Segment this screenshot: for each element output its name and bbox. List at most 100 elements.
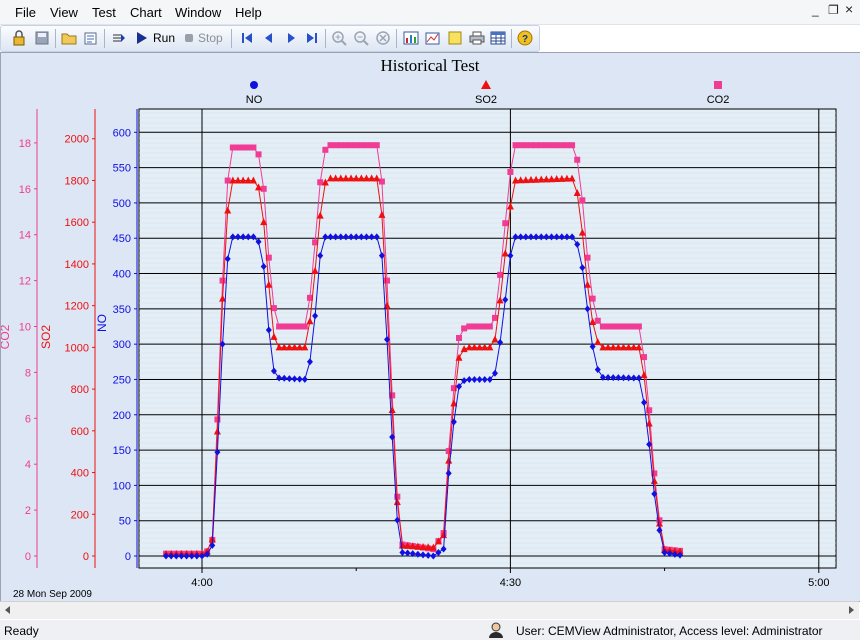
- status-ready: Ready: [4, 624, 39, 638]
- data-point-co2: [270, 305, 277, 312]
- close-button[interactable]: ×: [845, 1, 853, 17]
- data-point-co2: [240, 144, 247, 151]
- data-point-co2: [517, 142, 524, 149]
- historical-chart[interactable]: Historical Test4:00 4:30 5:000501001502002…: [0, 53, 860, 601]
- data-point-co2: [558, 142, 565, 149]
- y-axis-title-co2: CO2: [1, 324, 12, 349]
- y-tick-label: 1000: [65, 342, 89, 354]
- horizontal-scrollbar[interactable]: [0, 601, 859, 619]
- run-button[interactable]: Run: [153, 31, 175, 45]
- restore-button[interactable]: ❐: [828, 3, 839, 17]
- data-point-co2: [507, 168, 514, 175]
- data-point-co2: [348, 142, 355, 149]
- y-tick-label: 450: [113, 233, 131, 245]
- y-tick-label: 800: [71, 384, 89, 396]
- y-tick-label: 2: [25, 505, 31, 517]
- stop-icon[interactable]: [185, 34, 193, 42]
- properties-icon[interactable]: [83, 30, 99, 46]
- minimize-button[interactable]: _: [812, 3, 819, 17]
- y-tick-label: 0: [125, 551, 131, 563]
- data-point-co2: [522, 142, 529, 149]
- y-tick-label: 1200: [65, 301, 89, 313]
- data-point-co2: [317, 179, 324, 186]
- y-tick-label: 14: [19, 230, 31, 242]
- data-point-co2: [605, 323, 612, 330]
- chart-title: Historical Test: [380, 56, 479, 75]
- date-label: 28 Mon Sep 2009: [13, 589, 92, 600]
- data-point-co2: [456, 334, 462, 341]
- data-point-co2: [353, 142, 360, 149]
- data-point-co2: [301, 323, 308, 330]
- y-tick-label: 0: [25, 551, 31, 563]
- menu-file[interactable]: File: [15, 5, 36, 20]
- data-point-co2: [234, 144, 241, 151]
- data-point-co2: [543, 142, 550, 149]
- data-point-co2: [563, 142, 570, 149]
- data-point-co2: [255, 151, 262, 158]
- y-tick-label: 550: [113, 163, 131, 175]
- status-bar: Ready User: CEMView Administrator, Acces…: [0, 620, 860, 640]
- data-point-co2: [569, 142, 576, 149]
- stop-button[interactable]: Stop: [198, 31, 223, 45]
- data-point-co2: [579, 197, 586, 204]
- data-point-co2: [589, 295, 596, 302]
- menu-window[interactable]: Window: [175, 5, 221, 20]
- data-point-co2: [471, 323, 478, 330]
- data-point-co2: [322, 146, 329, 153]
- data-point-co2: [630, 323, 637, 330]
- data-point-co2: [538, 142, 545, 149]
- y-tick-label: 500: [113, 198, 131, 210]
- menu-view[interactable]: View: [50, 5, 78, 20]
- chart-settings-icon[interactable]: [403, 30, 419, 46]
- data-point-co2: [599, 323, 606, 330]
- data-point-co2: [625, 323, 632, 330]
- chart-edit-icon[interactable]: [425, 30, 441, 46]
- next-icon[interactable]: [283, 30, 299, 46]
- chart-panel: Historical Test 4:00 4:30 5:00 0 50 100 150 200 2…: [0, 52, 860, 602]
- y-tick-label: 10: [19, 322, 31, 334]
- table-icon[interactable]: [490, 30, 506, 46]
- previous-icon[interactable]: [261, 30, 277, 46]
- data-point-co2: [327, 142, 334, 149]
- data-point-co2: [250, 144, 257, 151]
- y-axis-title-no: NO: [95, 314, 109, 332]
- x-tick-label: 4:00: [191, 577, 212, 589]
- data-point-co2: [358, 142, 365, 149]
- y-tick-label: 400: [113, 269, 131, 281]
- zoom-out-icon[interactable]: [353, 30, 369, 46]
- legend-marker-so2: [481, 80, 491, 89]
- menu-test[interactable]: Test: [92, 5, 116, 20]
- login-icon[interactable]: [11, 30, 27, 46]
- y-tick-label: 200: [113, 410, 131, 422]
- first-icon[interactable]: [239, 30, 255, 46]
- data-point-co2: [594, 317, 601, 324]
- open-folder-icon[interactable]: [61, 30, 77, 46]
- data-point-co2: [527, 142, 534, 149]
- zoom-reset-icon[interactable]: [375, 30, 391, 46]
- y-tick-label: 16: [19, 184, 31, 196]
- y-tick-label: 200: [71, 509, 89, 521]
- data-point-co2: [641, 354, 648, 361]
- y-tick-label: 6: [25, 413, 31, 425]
- data-point-co2: [363, 142, 370, 149]
- save-icon[interactable]: [34, 30, 50, 46]
- zoom-in-icon[interactable]: [331, 30, 347, 46]
- y-tick-label: 8: [25, 367, 31, 379]
- run-icon[interactable]: [136, 31, 152, 47]
- menu-help[interactable]: Help: [235, 5, 262, 20]
- data-point-co2: [384, 277, 391, 284]
- y-tick-label: 4: [25, 459, 31, 471]
- last-icon[interactable]: [304, 30, 320, 46]
- y-tick-label: 50: [119, 516, 131, 528]
- data-point-co2: [476, 323, 483, 330]
- data-point-co2: [332, 142, 339, 149]
- y-tick-label: 1400: [65, 259, 89, 271]
- svg-text:?: ?: [522, 34, 528, 45]
- data-point-co2: [260, 185, 267, 192]
- note-icon[interactable]: [447, 30, 463, 46]
- help-icon[interactable]: ?: [517, 30, 533, 46]
- step-icon[interactable]: [111, 30, 127, 46]
- print-icon[interactable]: [469, 30, 485, 46]
- menu-chart[interactable]: Chart: [130, 5, 162, 20]
- legend-label-co2: CO2: [707, 94, 730, 106]
